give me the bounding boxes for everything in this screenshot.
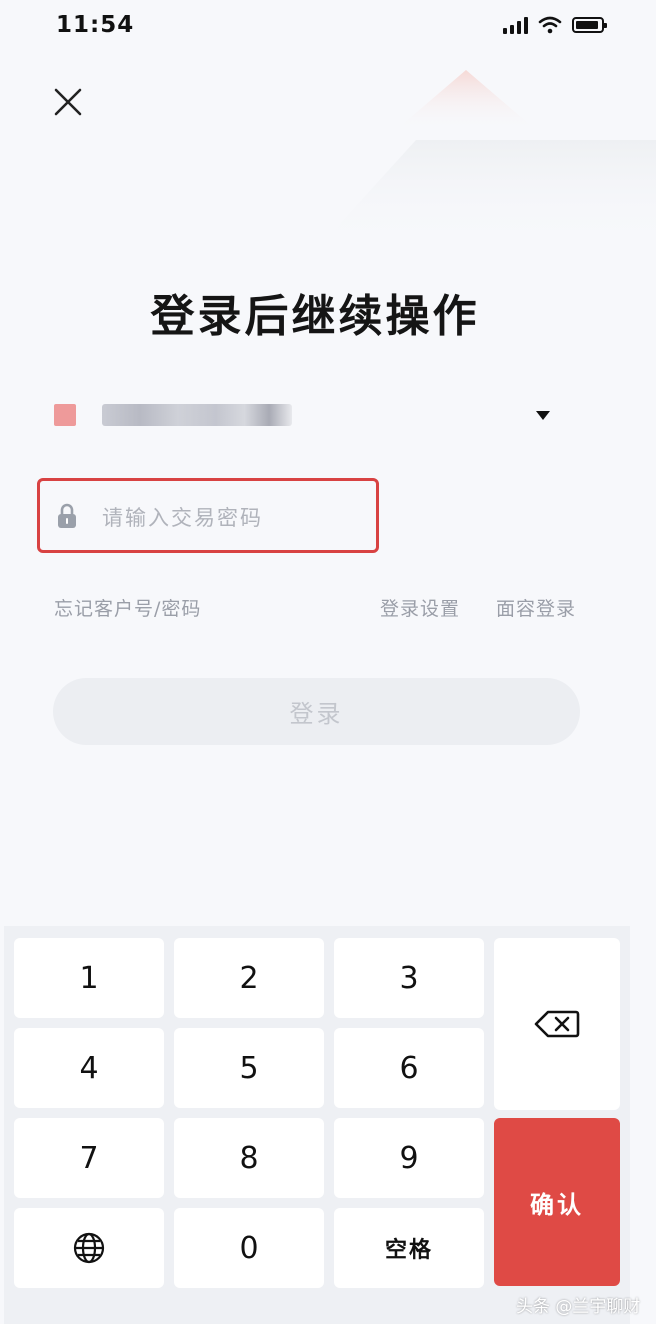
status-bar: 11:54 xyxy=(0,0,656,56)
status-time: 11:54 xyxy=(56,12,135,38)
account-number-blurred xyxy=(102,404,292,426)
password-field[interactable] xyxy=(37,478,379,553)
key-5[interactable]: 5 xyxy=(174,1028,324,1108)
key-3[interactable]: 3 xyxy=(334,938,484,1018)
key-0[interactable]: 0 xyxy=(174,1208,324,1288)
numeric-keypad: 1 2 3 4 5 6 7 8 9 确认 0 空格 xyxy=(4,926,630,1324)
globe-icon xyxy=(73,1232,105,1264)
broker-logo xyxy=(54,404,76,426)
lock-icon xyxy=(58,503,76,528)
login-settings-link[interactable]: 登录设置 xyxy=(380,594,460,621)
forgot-account-link[interactable]: 忘记客户号/密码 xyxy=(54,594,201,621)
battery-icon xyxy=(572,17,607,33)
language-key[interactable] xyxy=(14,1208,164,1288)
status-icons xyxy=(503,16,607,34)
password-input[interactable] xyxy=(100,495,364,541)
key-9[interactable]: 9 xyxy=(334,1118,484,1198)
key-7[interactable]: 7 xyxy=(14,1118,164,1198)
key-2[interactable]: 2 xyxy=(174,938,324,1018)
wifi-icon xyxy=(538,16,562,34)
watermark: 头条 @兰宇聊财 xyxy=(516,1297,641,1317)
signal-icon xyxy=(503,16,528,34)
background-decoration xyxy=(316,70,656,250)
account-selector[interactable] xyxy=(54,400,554,430)
key-8[interactable]: 8 xyxy=(174,1118,324,1198)
face-login-link[interactable]: 面容登录 xyxy=(496,594,576,621)
key-4[interactable]: 4 xyxy=(14,1028,164,1108)
backspace-key[interactable] xyxy=(494,938,620,1110)
key-6[interactable]: 6 xyxy=(334,1028,484,1108)
space-key[interactable]: 空格 xyxy=(334,1208,484,1288)
key-1[interactable]: 1 xyxy=(14,938,164,1018)
close-icon[interactable] xyxy=(50,84,86,120)
login-button[interactable]: 登录 xyxy=(53,678,580,745)
page-title: 登录后继续操作 xyxy=(150,291,480,342)
confirm-key[interactable]: 确认 xyxy=(494,1118,620,1286)
caret-down-icon[interactable] xyxy=(532,404,554,426)
backspace-icon xyxy=(534,1010,580,1038)
